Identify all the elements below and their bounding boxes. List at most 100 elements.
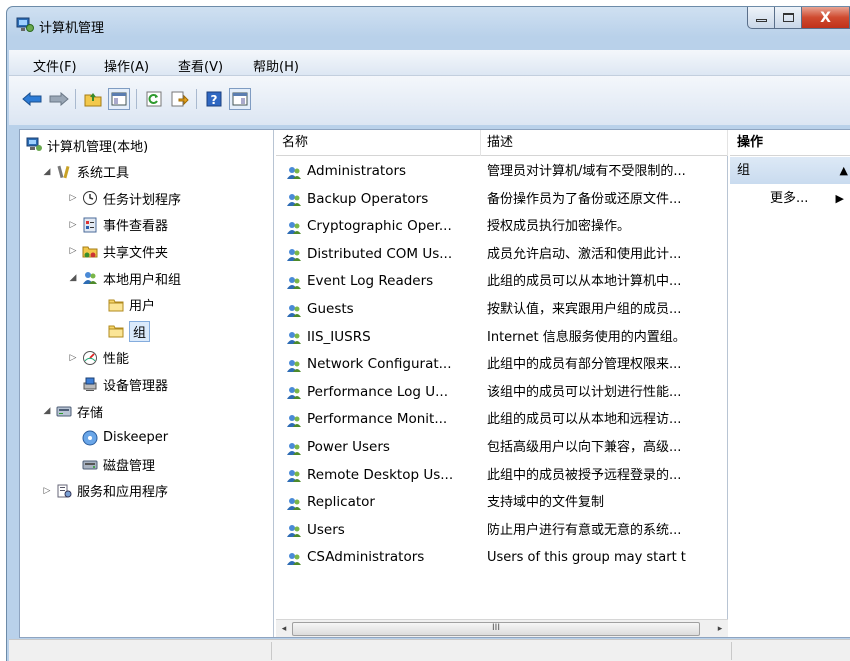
- expanded-triangle-icon[interactable]: ◢: [42, 406, 52, 416]
- actions-header: 操作: [730, 130, 850, 156]
- services-icon: [56, 483, 72, 499]
- expanded-triangle-icon[interactable]: ◢: [42, 167, 52, 177]
- forward-button[interactable]: [48, 88, 70, 110]
- column-header-description[interactable]: 描述: [481, 130, 728, 156]
- more-actions-item[interactable]: 更多... ▶: [730, 185, 850, 212]
- group-description: 按默认值，来宾跟用户组的成员...: [487, 302, 682, 317]
- group-name-cell: Users: [286, 517, 345, 544]
- help-button[interactable]: ?: [203, 88, 225, 110]
- actions-pane: 操作 组 ▲ 更多... ▶: [730, 130, 850, 637]
- up-button[interactable]: [82, 88, 104, 110]
- group-name: Power Users: [307, 439, 390, 455]
- table-row[interactable]: Backup Operators 备份操作员为了备份或还原文件...: [276, 186, 728, 213]
- tree-node[interactable]: ▷ 服务和应用程序: [42, 480, 168, 502]
- folder-icon: [108, 297, 124, 313]
- table-row[interactable]: Distributed COM Us... 成员允许启动、激活和使用此计...: [276, 241, 728, 268]
- title-bar[interactable]: 计算机管理 X: [7, 7, 850, 43]
- main-content: 计算机管理(本地) ◢ 系统工具 ▷ 任务计划程序 ▷ 事件查看器 ▷ 共享文件夹 ◢ 本地用户和组…: [19, 129, 850, 638]
- window: 计算机管理 X 文件(F) 操作(A) 查看(V) 帮助(H) ? 计算机管理(…: [6, 6, 850, 661]
- group-name-cell: Power Users: [286, 434, 390, 461]
- window-title: 计算机管理: [39, 21, 105, 36]
- group-name-cell: CSAdministrators: [286, 544, 424, 571]
- table-row[interactable]: Users 防止用户进行有意或无意的系统...: [276, 517, 728, 544]
- group-description: 支持域中的文件复制: [487, 495, 605, 511]
- tree-node[interactable]: ◢ 系统工具: [42, 161, 129, 183]
- tree-node-label: 用户: [129, 299, 156, 315]
- export-list-button[interactable]: [169, 88, 191, 110]
- table-row[interactable]: Event Log Readers 此组的成员可以从本地计算机中...: [276, 268, 728, 295]
- group-name-cell: Performance Monit...: [286, 406, 447, 433]
- menu-file[interactable]: 文件(F): [33, 56, 77, 75]
- group-name-cell: Distributed COM Us...: [286, 241, 452, 268]
- scroll-thumb[interactable]: III: [292, 622, 700, 636]
- table-row[interactable]: Cryptographic Oper... 授权成员执行加密操作。: [276, 213, 728, 240]
- table-row[interactable]: Network Configurat... 此组中的成员有部分管理权限来...: [276, 351, 728, 378]
- collapse-triangle-icon: ▲: [839, 164, 848, 177]
- tree-node-label: 事件查看器: [103, 219, 169, 235]
- table-row[interactable]: Performance Monit... 此组的成员可以从本地和远程访...: [276, 406, 728, 433]
- table-row[interactable]: IIS_IUSRS Internet 信息服务使用的内置组。: [276, 324, 728, 351]
- clock-icon: [82, 190, 98, 206]
- tree-node[interactable]: 用户: [94, 294, 155, 316]
- refresh-button[interactable]: [143, 88, 165, 110]
- group-icon: [286, 495, 302, 511]
- group-name: Network Configurat...: [307, 356, 452, 373]
- tree-node-label: 组: [129, 320, 151, 342]
- collapsed-triangle-icon[interactable]: ▷: [68, 246, 78, 256]
- maximize-button[interactable]: [775, 7, 802, 29]
- tree-node[interactable]: Diskeeper: [68, 427, 168, 449]
- toolbar-separator: [75, 89, 76, 109]
- tree-node[interactable]: ▷ 事件查看器: [68, 214, 168, 236]
- tree-node-label: 计算机管理(本地): [47, 139, 149, 155]
- list-header: 名称 描述: [276, 130, 728, 156]
- table-row[interactable]: Remote Desktop Us... 此组中的成员被授予远程登录的...: [276, 462, 728, 489]
- table-row[interactable]: Administrators 管理员对计算机/域有不受限制的...: [276, 158, 728, 185]
- table-row[interactable]: Power Users 包括高级用户以向下兼容，高级...: [276, 434, 728, 461]
- tree-node[interactable]: ◢ 本地用户和组: [68, 267, 181, 289]
- menu-view[interactable]: 查看(V): [178, 56, 223, 75]
- table-row[interactable]: Performance Log U... 该组中的成员可以计划进行性能...: [276, 379, 728, 406]
- group-description: 成员允许启动、激活和使用此计...: [487, 246, 682, 262]
- collapsed-triangle-icon[interactable]: ▷: [68, 220, 78, 230]
- table-row[interactable]: CSAdministrators Users of this group may …: [276, 544, 728, 571]
- tree-node-label: 存储: [77, 405, 104, 421]
- tree-node[interactable]: ▷ 性能: [68, 347, 129, 369]
- show-hide-console-tree-button[interactable]: [108, 88, 130, 110]
- menu-action[interactable]: 操作(A): [104, 56, 149, 75]
- close-button[interactable]: X: [802, 7, 850, 29]
- tree-node[interactable]: 设备管理器: [68, 373, 168, 395]
- column-header-name[interactable]: 名称: [276, 130, 481, 156]
- back-button[interactable]: [21, 88, 43, 110]
- collapsed-triangle-icon[interactable]: ▷: [68, 353, 78, 363]
- scroll-left-arrow-icon[interactable]: ◂: [277, 622, 291, 636]
- menu-help[interactable]: 帮助(H): [253, 56, 299, 75]
- computer-management-icon: [26, 137, 42, 153]
- group-name: Event Log Readers: [307, 273, 434, 290]
- tree-node[interactable]: 计算机管理(本地): [26, 134, 148, 156]
- tree-node[interactable]: 磁盘管理: [68, 453, 155, 475]
- show-hide-action-pane-button[interactable]: [229, 88, 251, 110]
- collapsed-triangle-icon[interactable]: ▷: [68, 193, 78, 203]
- tree-node-label: 服务和应用程序: [77, 485, 169, 501]
- tree-node[interactable]: 组: [94, 320, 151, 342]
- diskeeper-icon: [82, 430, 98, 446]
- computer-management-icon: [16, 17, 34, 32]
- actions-group-header[interactable]: 组 ▲: [730, 157, 850, 184]
- table-row[interactable]: Guests 按默认值，来宾跟用户组的成员...: [276, 296, 728, 323]
- scroll-right-arrow-icon[interactable]: ▸: [713, 622, 727, 636]
- group-icon: [286, 440, 302, 456]
- collapsed-triangle-icon[interactable]: ▷: [42, 486, 52, 496]
- tree-node[interactable]: ▷ 任务计划程序: [68, 187, 181, 209]
- group-name-cell: Network Configurat...: [286, 351, 452, 378]
- group-name-cell: Backup Operators: [286, 186, 428, 213]
- horizontal-scrollbar[interactable]: ◂ III ▸: [276, 619, 728, 637]
- storage-icon: [56, 403, 72, 419]
- minimize-button[interactable]: [747, 7, 775, 29]
- tree-node[interactable]: ▷ 共享文件夹: [68, 240, 168, 262]
- group-icon: [286, 412, 302, 428]
- group-description: 备份操作员为了备份或还原文件...: [487, 191, 682, 207]
- group-name: Distributed COM Us...: [307, 245, 453, 262]
- expanded-triangle-icon[interactable]: ◢: [68, 273, 78, 283]
- table-row[interactable]: Replicator 支持域中的文件复制: [276, 489, 728, 516]
- tree-node[interactable]: ◢ 存储: [42, 400, 103, 422]
